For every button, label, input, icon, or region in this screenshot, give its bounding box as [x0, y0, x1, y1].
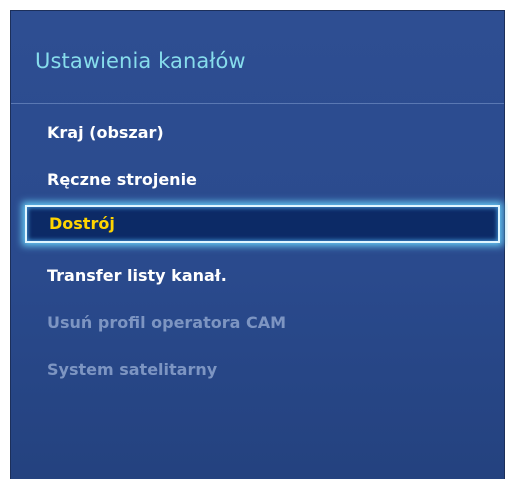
menu-item-fine-tune[interactable]: Dostrój [25, 205, 500, 243]
panel-title: Ustawienia kanałów [35, 49, 246, 73]
menu-item-delete-cam-operator-profile: Usuń profil operatora CAM [47, 313, 287, 332]
title-divider [11, 103, 504, 104]
menu-item-fine-tune-label: Dostrój [49, 214, 115, 233]
menu-item-satellite-system: System satelitarny [47, 360, 218, 379]
menu-item-manual-tuning[interactable]: Ręczne strojenie [47, 170, 197, 190]
menu-item-country-area[interactable]: Kraj (obszar) [47, 123, 164, 143]
menu-item-transfer-channel-list[interactable]: Transfer listy kanał. [47, 266, 227, 286]
channel-settings-panel: Ustawienia kanałów Kraj (obszar) Ręczne … [10, 10, 505, 479]
